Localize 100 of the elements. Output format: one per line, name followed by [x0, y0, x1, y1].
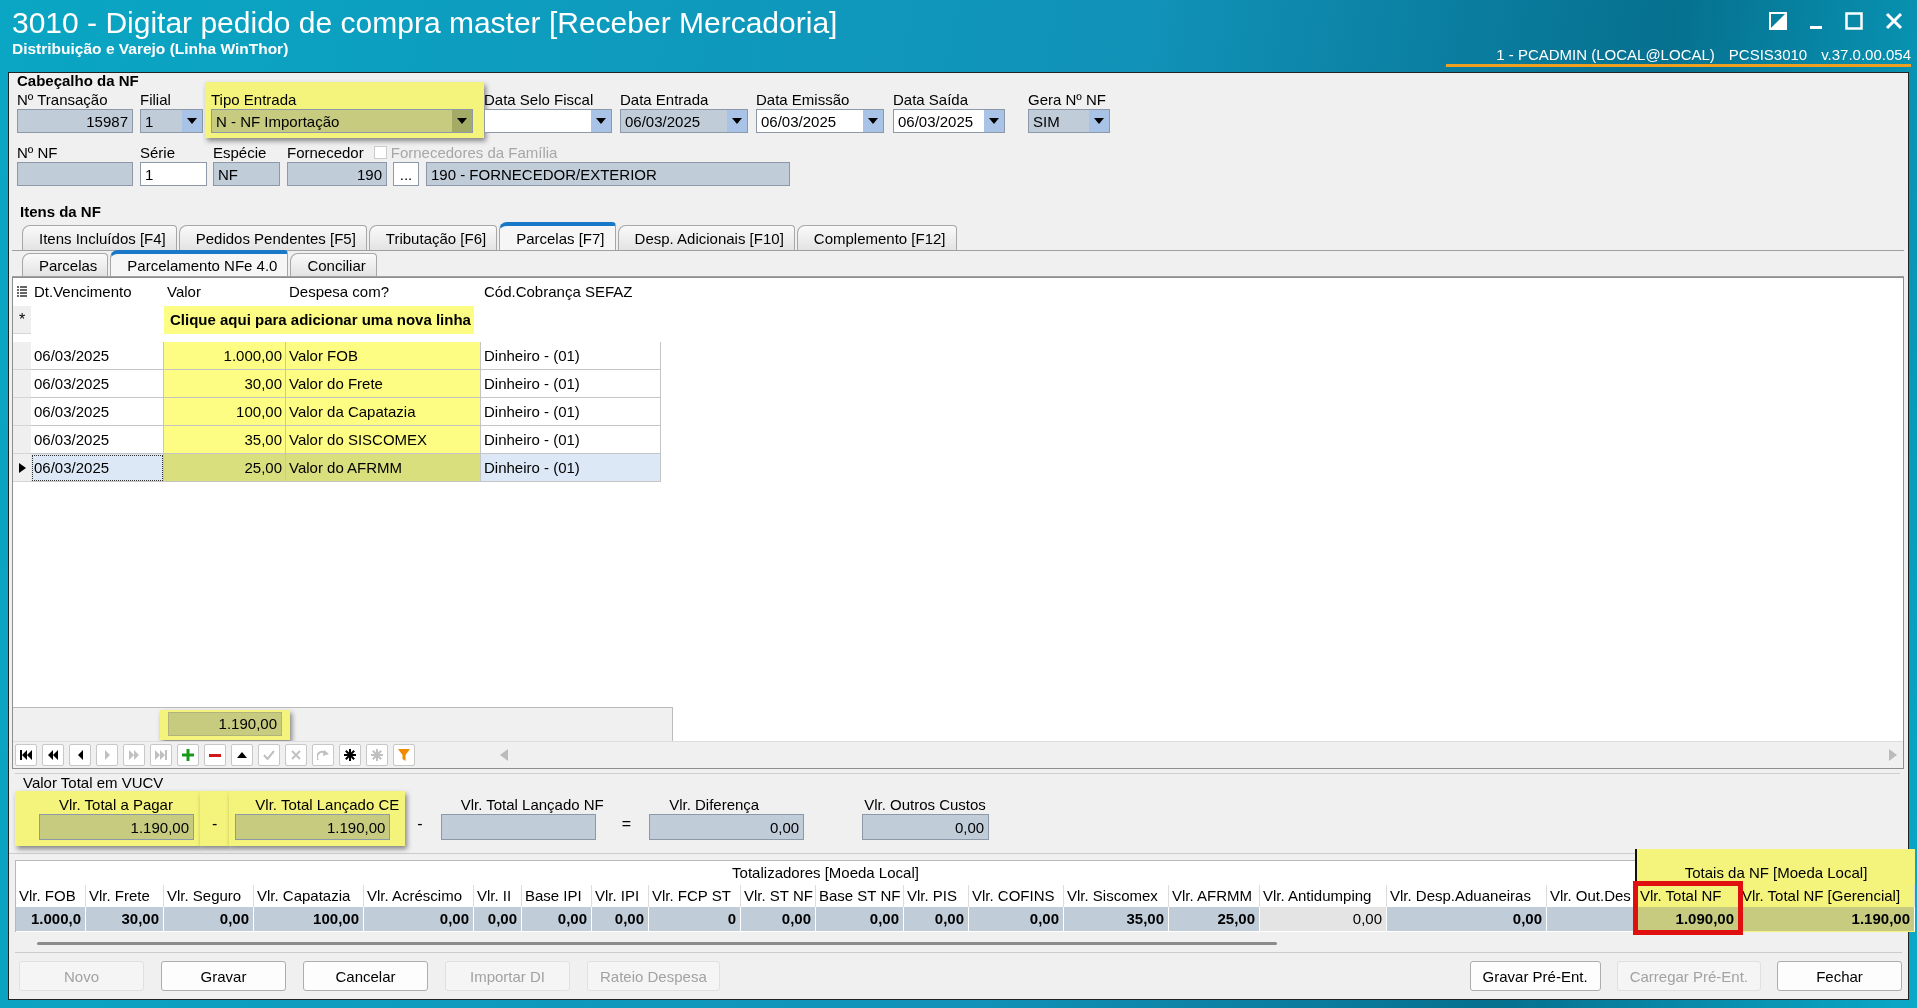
- tab[interactable]: Desp. Adicionais [F10]: [617, 225, 795, 250]
- checkbox-label: Fornecedores da Família: [390, 143, 558, 162]
- field-label: Filial: [140, 90, 171, 109]
- tab[interactable]: Parcelas [F7]: [499, 222, 616, 250]
- field-label: Vlr. Total a Pagar: [58, 795, 174, 814]
- operator-sign: =: [621, 815, 632, 832]
- left-triangle-icon: [77, 750, 83, 760]
- field-label: Tipo Entrada: [211, 90, 297, 109]
- action-button[interactable]: Cancelar: [303, 961, 428, 991]
- column-header[interactable]: Cód.Cobrança SEFAZ: [481, 278, 661, 306]
- dropdown[interactable]: SIM: [1028, 109, 1110, 133]
- tab[interactable]: Parcelas: [22, 253, 109, 276]
- total-value: 25,00: [1169, 907, 1260, 931]
- tab[interactable]: Complemento [F12]: [796, 225, 957, 250]
- double-right-arrow-icon: [129, 750, 139, 760]
- version-label: v.37.0.00.054: [1821, 46, 1911, 63]
- text-field[interactable]: 1.190,00: [235, 814, 391, 840]
- add-button[interactable]: [177, 744, 199, 766]
- new-row-marker: *: [13, 306, 31, 334]
- field-label: Série: [140, 143, 176, 162]
- dropdown[interactable]: 06/03/2025: [756, 109, 884, 133]
- text-field[interactable]: 190 - FORNECEDOR/EXTERIOR: [426, 162, 790, 186]
- total-value: 1.000,0: [16, 907, 86, 931]
- caret-down-icon: [732, 118, 742, 124]
- checkmark-icon: [263, 750, 275, 760]
- tab[interactable]: Tributação [F6]: [368, 225, 498, 250]
- window-subtitle: Distribuição e Varejo (Linha WinThor): [12, 40, 289, 58]
- text-field[interactable]: [17, 162, 133, 186]
- prev-page-button[interactable]: [42, 744, 64, 766]
- x-icon: [291, 750, 301, 760]
- star-button[interactable]: [339, 744, 361, 766]
- caret-down-icon: [1094, 118, 1104, 124]
- up-button[interactable]: [231, 744, 253, 766]
- maximize-icon[interactable]: [1845, 12, 1863, 30]
- table-cell: Valor do Frete: [286, 370, 481, 398]
- caret-down-icon: [596, 118, 606, 124]
- group-title: Totalizadores [Moeda Local]: [731, 863, 920, 883]
- dropdown[interactable]: [484, 109, 612, 133]
- delete-button[interactable]: [204, 744, 226, 766]
- tab[interactable]: Parcelamento NFe 4.0: [110, 250, 289, 276]
- window-title: 3010 - Digitar pedido de compra master [Receber Mercadoria]: [12, 6, 838, 40]
- skip-first-icon: [20, 750, 32, 760]
- field-label: Nº Transação: [17, 90, 108, 109]
- minus-icon: [209, 753, 221, 757]
- table-cell: Valor do AFRMM: [286, 454, 481, 482]
- new-row-hint[interactable]: Clique aqui para adicionar uma nova linha: [164, 306, 474, 334]
- column-list-icon[interactable]: [17, 286, 27, 298]
- asterisk-icon: [371, 749, 383, 761]
- column-header[interactable]: Valor: [164, 278, 286, 306]
- field-label: Data Entrada: [620, 90, 709, 109]
- text-field[interactable]: 190: [287, 162, 387, 186]
- scroll-left-icon[interactable]: [500, 749, 508, 761]
- funnel-icon: [398, 749, 410, 761]
- caret-down-icon: [457, 118, 467, 124]
- close-icon[interactable]: [1885, 12, 1903, 30]
- text-field[interactable]: 0,00: [862, 814, 990, 840]
- text-field[interactable]: 0,00: [649, 814, 805, 840]
- field-label: Data Saída: [893, 90, 969, 109]
- column-header[interactable]: Despesa com?: [286, 278, 481, 306]
- lookup-button[interactable]: ...: [393, 162, 419, 186]
- action-button[interactable]: Fechar: [1777, 961, 1902, 991]
- filter-button[interactable]: [393, 744, 415, 766]
- table-cell: Dinheiro - (01): [481, 454, 661, 482]
- dropdown[interactable]: 06/03/2025: [620, 109, 748, 133]
- field-label: Vlr. Total Lançado NF: [459, 795, 604, 814]
- prev-button[interactable]: [69, 744, 91, 766]
- total-value: 0,00: [816, 907, 904, 931]
- theme-icon[interactable]: [1769, 12, 1787, 30]
- action-button[interactable]: Gravar Pré-Ent.: [1469, 961, 1601, 991]
- table-cell: Valor FOB: [286, 342, 481, 370]
- dropdown[interactable]: 1: [140, 109, 203, 133]
- total-value: 0,00: [592, 907, 649, 931]
- tab[interactable]: Itens Incluídos [F4]: [22, 225, 177, 250]
- total-value: 0,00: [904, 907, 969, 931]
- field-label: Espécie: [213, 143, 267, 162]
- action-button[interactable]: Gravar: [161, 961, 286, 991]
- first-button[interactable]: [15, 744, 37, 766]
- up-triangle-icon: [237, 752, 247, 758]
- tab[interactable]: Conciliar: [290, 253, 377, 276]
- tab[interactable]: Pedidos Pendentes [F5]: [178, 225, 367, 250]
- total-value: 0,00: [969, 907, 1064, 931]
- row-header[interactable]: [13, 454, 31, 482]
- field-label: Vlr. Outros Custos: [863, 795, 987, 814]
- text-field[interactable]: NF: [213, 162, 280, 186]
- column-header[interactable]: Dt.Vencimento: [31, 278, 164, 306]
- table-cell: 35,00: [164, 426, 286, 454]
- text-field[interactable]: [440, 814, 596, 840]
- right-triangle-icon: [104, 750, 110, 760]
- text-field[interactable]: 1: [140, 162, 207, 186]
- table-cell: 25,00: [164, 454, 286, 482]
- dropdown[interactable]: 06/03/2025: [893, 109, 1005, 133]
- scroll-right-icon[interactable]: [1889, 749, 1897, 761]
- curved-arrow-icon: [317, 750, 329, 760]
- total-value: 100,00: [254, 907, 364, 931]
- text-field[interactable]: 15987: [17, 109, 133, 133]
- dropdown[interactable]: N - NF Importação: [211, 109, 473, 133]
- table-cell: Valor do SISCOMEX: [286, 426, 481, 454]
- text-field[interactable]: 1.190,00: [39, 814, 194, 840]
- total-value: 0,00: [364, 907, 474, 931]
- user-info: 1 - PCADMIN (LOCAL@LOCAL): [1496, 46, 1715, 63]
